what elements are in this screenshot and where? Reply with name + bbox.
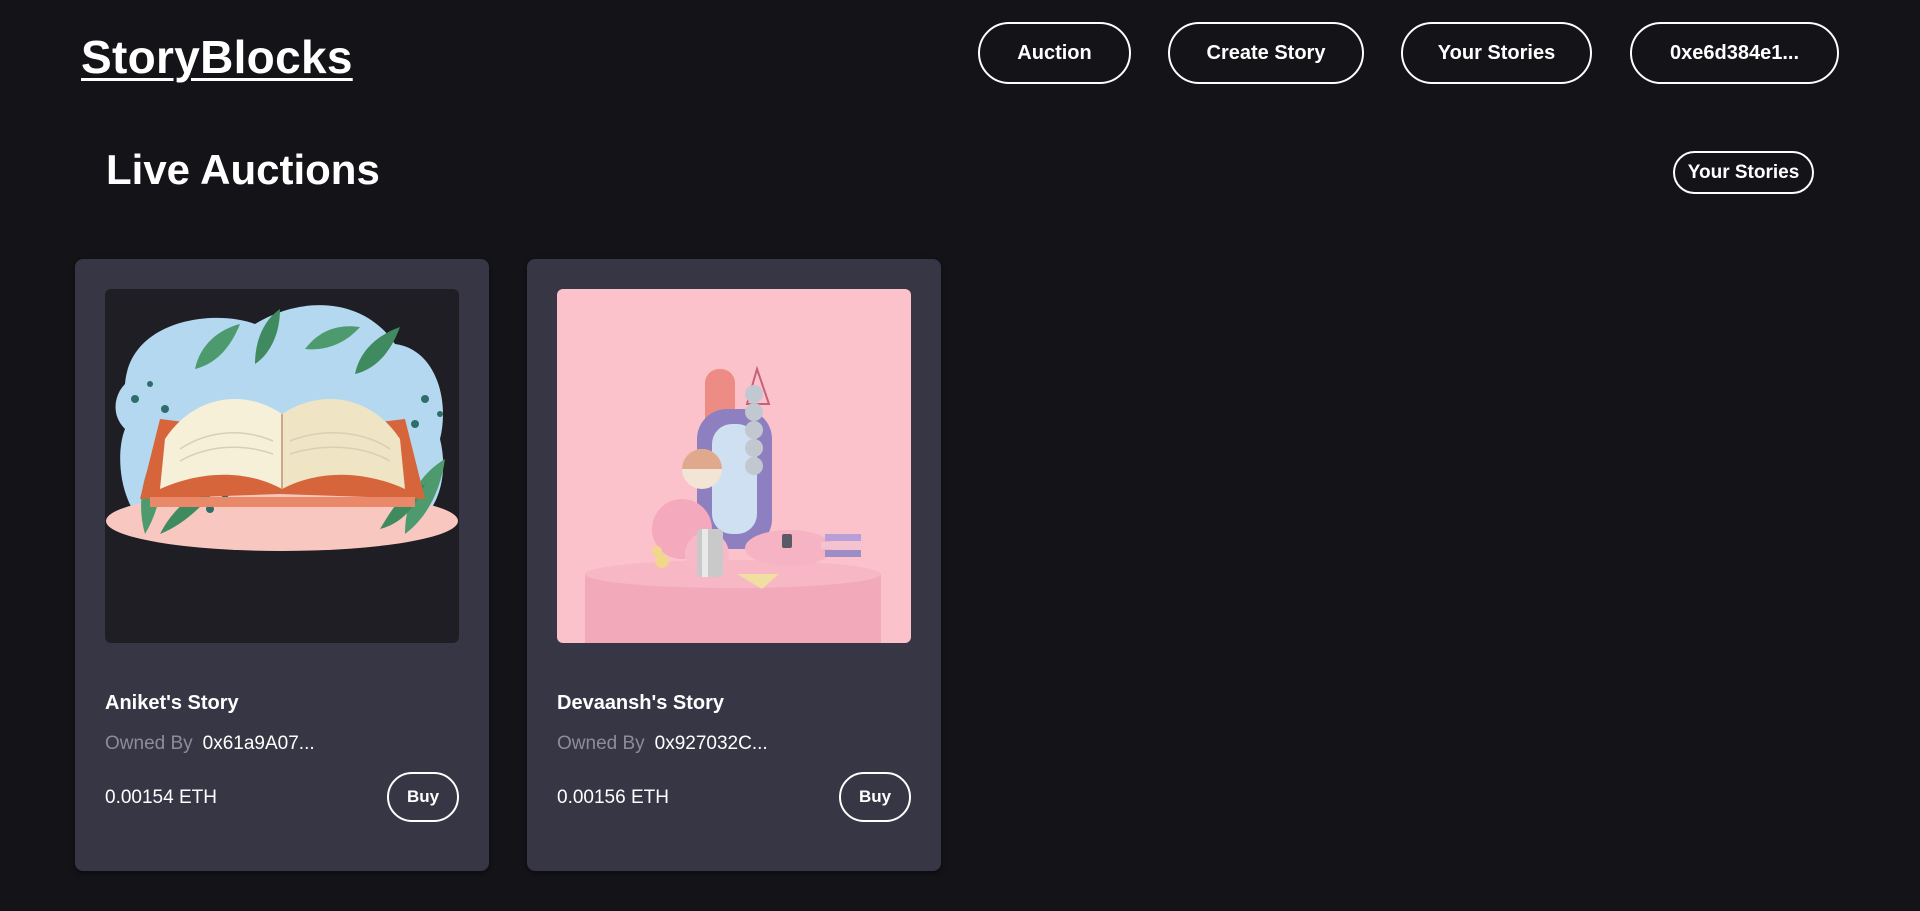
owner-label: Owned By <box>557 733 645 754</box>
story-price: 0.00154 ETH <box>105 787 217 808</box>
nav-auction-button[interactable]: Auction <box>978 22 1131 84</box>
nav-create-story-button[interactable]: Create Story <box>1168 22 1364 84</box>
story-card: Aniket's Story Owned By 0x61a9A07... 0.0… <box>75 259 489 871</box>
open-book-illustration <box>105 289 459 643</box>
story-price: 0.00156 ETH <box>557 787 669 808</box>
brand-logo[interactable]: StoryBlocks <box>81 30 353 84</box>
story-title: Aniket's Story <box>105 692 239 714</box>
story-cover-image[interactable] <box>105 289 459 643</box>
story-title: Devaansh's Story <box>557 692 725 714</box>
owner-address: 0x927032C... <box>654 733 768 754</box>
buy-button[interactable]: Buy <box>387 772 459 822</box>
wallet-address-button[interactable]: 0xe6d384e1... <box>1630 22 1839 84</box>
nav-your-stories-button[interactable]: Your Stories <box>1401 22 1592 84</box>
page-title: Live Auctions <box>106 146 380 193</box>
owner-address: 0x61a9A07... <box>202 733 315 754</box>
owner-label: Owned By <box>105 733 193 754</box>
your-stories-button[interactable]: Your Stories <box>1673 151 1814 194</box>
buy-button[interactable]: Buy <box>839 772 911 822</box>
owner-row: Owned By 0x61a9A07... <box>105 733 315 755</box>
story-cover-image[interactable] <box>557 289 911 643</box>
owner-row: Owned By 0x927032C... <box>557 733 768 755</box>
story-card: Devaansh's Story Owned By 0x927032C... 0… <box>527 259 941 871</box>
pink-3d-abstract-render <box>557 289 911 643</box>
